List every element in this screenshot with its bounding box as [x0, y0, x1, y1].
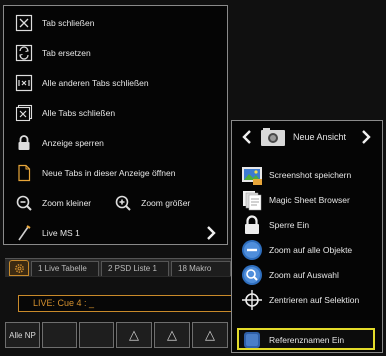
zoom-all-icon — [241, 239, 263, 261]
menu-item-label: Tab ersetzen — [42, 48, 91, 58]
menu-item-zentrieren-auf-selektion[interactable]: Zentrieren auf Selektion — [232, 287, 382, 312]
menu-item-label: Referenznamen Ein — [269, 334, 345, 345]
tab-live-tabelle[interactable]: 1 Live Tabelle — [31, 261, 99, 276]
zoom-in-label: Zoom größer — [141, 198, 191, 208]
softkey-triangle[interactable]: △ — [116, 322, 152, 348]
tab-close-icon — [14, 13, 34, 33]
magic-sheet-icon — [241, 189, 263, 211]
alle-np-key[interactable]: Alle NP — [5, 322, 40, 348]
reference-names-icon — [241, 329, 263, 351]
zoom-out-label: Zoom kleiner — [42, 198, 92, 208]
menu-item-label: Magic Sheet Browser — [269, 194, 350, 205]
menu-item-zoom-auf-alle-objekte[interactable]: Zoom auf alle Objekte — [232, 237, 382, 262]
menu-item-screenshot-speichern[interactable]: Screenshot speichern — [232, 162, 382, 187]
zoom-in-icon — [113, 193, 133, 213]
menu-item-alle-anderen-tabs-schliessen[interactable]: Alle anderen Tabs schließen — [4, 68, 227, 98]
menu-item-anzeige-sperren[interactable]: Anzeige sperren — [4, 128, 227, 158]
tab-replace-icon — [14, 43, 34, 63]
tab-psd-liste[interactable]: 2 PSD Liste 1 — [101, 261, 169, 276]
zoom-out-icon — [14, 193, 34, 213]
menu-item-referenznamen-ein[interactable]: Referenznamen Ein — [232, 327, 382, 352]
softkey-blank[interactable] — [42, 322, 77, 348]
menu-item-label: Zoom auf Auswahl — [269, 269, 339, 280]
tab-makro[interactable]: 18 Makro — [171, 261, 231, 276]
menu-item-neue-tabs-oeffnen[interactable]: Neue Tabs in dieser Anzeige öffnen — [4, 158, 227, 188]
menu-item-tab-ersetzen[interactable]: Tab ersetzen — [4, 38, 227, 68]
wand-icon — [14, 223, 34, 243]
menu-item-label: Live MS 1 — [42, 228, 80, 238]
tab-context-menu: Tab schließen Tab ersetzen Alle anderen … — [3, 5, 228, 245]
zoom-in-button[interactable]: Zoom größer — [113, 193, 190, 213]
menu-item-label: Screenshot speichern — [269, 169, 352, 180]
tab-bar: 1 Live Tabelle 2 PSD Liste 1 18 Makro — [5, 258, 245, 277]
command-line[interactable]: LIVE: Cue 4 : _ — [18, 295, 243, 312]
view-menu: Neue Ansicht Screenshot speichern Magic … — [231, 120, 383, 353]
menu-item-live-ms[interactable]: Live MS 1 — [4, 218, 227, 248]
chevron-right-icon[interactable] — [361, 130, 371, 144]
chevron-right-icon — [207, 226, 216, 240]
settings-tab[interactable] — [9, 260, 29, 276]
gear-icon — [14, 263, 24, 273]
menu-item-alle-tabs-schliessen[interactable]: Alle Tabs schließen — [4, 98, 227, 128]
menu-item-label: Anzeige sperren — [42, 138, 104, 148]
softkey-triangle[interactable]: △ — [154, 322, 190, 348]
menu-item-label: Alle anderen Tabs schließen — [42, 78, 149, 88]
menu-item-label: Neue Tabs in dieser Anzeige öffnen — [42, 168, 176, 178]
softkey-row: Alle NP △ △ △ — [5, 322, 230, 350]
menu-item-sperre-ein[interactable]: Sperre Ein — [232, 212, 382, 237]
menu-item-tab-schliessen[interactable]: Tab schließen — [4, 8, 227, 38]
softkey-triangle[interactable]: △ — [192, 322, 228, 348]
menu-item-label: Zoom auf alle Objekte — [269, 244, 353, 255]
menu-item-zoom-auf-auswahl[interactable]: Zoom auf Auswahl — [232, 262, 382, 287]
lock-icon — [14, 133, 34, 153]
menu-item-label: Sperre Ein — [269, 219, 310, 230]
menu-item-label: Alle Tabs schließen — [42, 108, 116, 118]
lock-icon — [241, 214, 263, 236]
chevron-left-icon[interactable] — [242, 130, 252, 144]
new-view-icon — [261, 128, 285, 146]
view-menu-title: Neue Ansicht — [293, 132, 347, 142]
zoom-row: Zoom kleiner Zoom größer — [4, 188, 227, 218]
zoom-out-button[interactable]: Zoom kleiner — [4, 193, 91, 213]
view-menu-header: Neue Ansicht — [232, 121, 382, 153]
close-other-tabs-icon — [14, 73, 34, 93]
softkey-blank[interactable] — [79, 322, 114, 348]
close-all-tabs-icon — [14, 103, 34, 123]
menu-item-label: Tab schließen — [42, 18, 95, 28]
menu-item-label: Zentrieren auf Selektion — [269, 294, 360, 305]
menu-item-magic-sheet-browser[interactable]: Magic Sheet Browser — [232, 187, 382, 212]
zoom-selection-icon — [241, 264, 263, 286]
center-selection-icon — [241, 289, 263, 311]
new-document-icon — [14, 163, 34, 183]
screenshot-icon — [241, 164, 263, 186]
